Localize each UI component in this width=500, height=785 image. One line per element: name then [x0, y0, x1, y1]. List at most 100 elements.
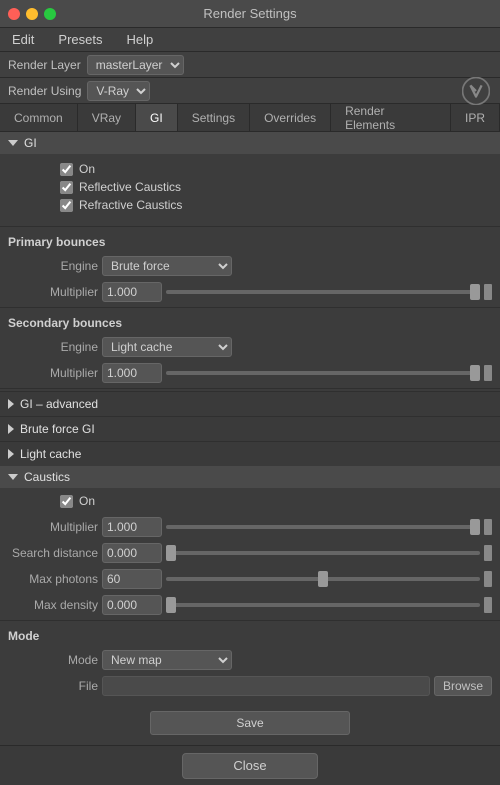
menu-presets[interactable]: Presets	[54, 30, 106, 49]
caustics-collapse-icon	[8, 474, 18, 480]
maximize-window-button[interactable]	[44, 8, 56, 20]
caustics-multiplier-input[interactable]: 1.000	[102, 517, 162, 537]
tab-common[interactable]: Common	[0, 104, 78, 131]
caustics-search-distance-row: Search distance 0.000	[0, 540, 500, 566]
caustics-multiplier-slider-container	[166, 519, 480, 535]
mode-label: Mode	[8, 653, 98, 667]
render-layer-select[interactable]: masterLayer	[87, 55, 184, 75]
gi-collapse-icon	[8, 140, 18, 146]
title-bar: Render Settings	[0, 0, 500, 28]
secondary-multiplier-slider[interactable]	[166, 371, 480, 375]
secondary-bounces-header: Secondary bounces	[0, 310, 500, 334]
secondary-multiplier-label: Multiplier	[8, 366, 98, 380]
primary-bounces-header: Primary bounces	[0, 229, 500, 253]
tab-ipr[interactable]: IPR	[451, 104, 500, 131]
caustics-max-photons-slider-container	[166, 571, 480, 587]
menu-edit[interactable]: Edit	[8, 30, 38, 49]
on-checkbox-row: On	[60, 162, 500, 176]
secondary-slider-end	[484, 365, 492, 381]
brute-force-expand-icon	[8, 424, 14, 434]
tab-overrides[interactable]: Overrides	[250, 104, 331, 131]
light-cache-expand-icon	[8, 449, 14, 459]
file-row: File Browse	[0, 673, 500, 699]
on-label: On	[79, 162, 95, 176]
secondary-engine-label: Engine	[8, 340, 98, 354]
render-layer-row: Render Layer masterLayer	[0, 52, 500, 78]
on-checkbox[interactable]	[60, 163, 73, 176]
render-using-label: Render Using	[8, 84, 81, 98]
reflective-caustics-row: Reflective Caustics	[60, 180, 500, 194]
file-input[interactable]	[102, 676, 430, 696]
reflective-caustics-checkbox[interactable]	[60, 181, 73, 194]
caustics-search-distance-input[interactable]: 0.000	[102, 543, 162, 563]
tab-vray[interactable]: VRay	[78, 104, 136, 131]
caustics-multiplier-slider-end	[484, 519, 492, 535]
divider-2	[0, 307, 500, 308]
primary-engine-select[interactable]: Brute force Irradiance map Light cache	[102, 256, 232, 276]
primary-multiplier-label: Multiplier	[8, 285, 98, 299]
window-controls[interactable]	[8, 8, 56, 20]
minimize-window-button[interactable]	[26, 8, 38, 20]
gi-advanced-section[interactable]: GI – advanced	[0, 391, 500, 416]
caustics-max-photons-label: Max photons	[8, 572, 98, 586]
refractive-caustics-label: Refractive Caustics	[79, 198, 182, 212]
caustics-search-distance-slider-end	[484, 545, 492, 561]
save-button[interactable]: Save	[150, 711, 350, 735]
divider-3	[0, 388, 500, 389]
render-using-row: Render Using V-Ray	[0, 78, 500, 104]
footer: Close	[0, 745, 500, 785]
caustics-max-density-input[interactable]: 0.000	[102, 595, 162, 615]
brute-force-gi-section[interactable]: Brute force GI	[0, 416, 500, 441]
tab-gi[interactable]: GI	[136, 104, 178, 131]
close-button[interactable]: Close	[182, 753, 317, 779]
divider-1	[0, 226, 500, 227]
light-cache-title: Light cache	[20, 447, 81, 461]
caustics-max-photons-input[interactable]: 60	[102, 569, 162, 589]
caustics-search-distance-label: Search distance	[8, 546, 98, 560]
tab-render-elements[interactable]: Render Elements	[331, 104, 451, 131]
light-cache-section[interactable]: Light cache	[0, 441, 500, 466]
gi-section-header[interactable]: GI	[0, 132, 500, 154]
primary-multiplier-input[interactable]: 1.000	[102, 282, 162, 302]
close-window-button[interactable]	[8, 8, 20, 20]
secondary-engine-select[interactable]: Light cache Brute force None	[102, 337, 232, 357]
mode-select[interactable]: New map From file Add to current map	[102, 650, 232, 670]
brute-force-gi-title: Brute force GI	[20, 422, 95, 436]
gi-options: On Reflective Caustics Refractive Causti…	[0, 154, 500, 224]
caustics-max-photons-row: Max photons 60	[0, 566, 500, 592]
secondary-engine-row: Engine Light cache Brute force None	[0, 334, 500, 360]
caustics-max-density-slider[interactable]	[166, 603, 480, 607]
menu-help[interactable]: Help	[122, 30, 157, 49]
file-label: File	[8, 679, 98, 693]
file-browse-button[interactable]: Browse	[434, 676, 492, 696]
caustics-max-photons-slider[interactable]	[166, 577, 480, 581]
primary-multiplier-slider[interactable]	[166, 290, 480, 294]
render-using-select[interactable]: V-Ray	[87, 81, 150, 101]
primary-multiplier-row: Multiplier 1.000	[0, 279, 500, 305]
caustics-content: On Multiplier 1.000 Search distance 0.00…	[0, 488, 500, 618]
secondary-multiplier-input[interactable]: 1.000	[102, 363, 162, 383]
refractive-caustics-checkbox[interactable]	[60, 199, 73, 212]
caustics-on-label: On	[79, 494, 95, 508]
refractive-caustics-row: Refractive Caustics	[60, 198, 500, 212]
window-title: Render Settings	[203, 6, 296, 21]
reflective-caustics-label: Reflective Caustics	[79, 180, 181, 194]
caustics-max-density-slider-container	[166, 597, 480, 613]
caustics-max-density-slider-end	[484, 597, 492, 613]
caustics-multiplier-label: Multiplier	[8, 520, 98, 534]
save-area: Save	[0, 699, 500, 745]
caustics-multiplier-slider[interactable]	[166, 525, 480, 529]
primary-engine-row: Engine Brute force Irradiance map Light …	[0, 253, 500, 279]
caustics-section-header[interactable]: Caustics	[0, 466, 500, 488]
caustics-multiplier-row: Multiplier 1.000	[0, 514, 500, 540]
gi-advanced-expand-icon	[8, 399, 14, 409]
caustics-search-distance-slider[interactable]	[166, 551, 480, 555]
vray-logo	[462, 77, 490, 105]
caustics-on-checkbox[interactable]	[60, 495, 73, 508]
menu-bar: Edit Presets Help	[0, 28, 500, 52]
gi-advanced-title: GI – advanced	[20, 397, 98, 411]
render-layer-label: Render Layer	[8, 58, 81, 72]
divider-4	[0, 620, 500, 621]
primary-engine-label: Engine	[8, 259, 98, 273]
tab-settings[interactable]: Settings	[178, 104, 250, 131]
